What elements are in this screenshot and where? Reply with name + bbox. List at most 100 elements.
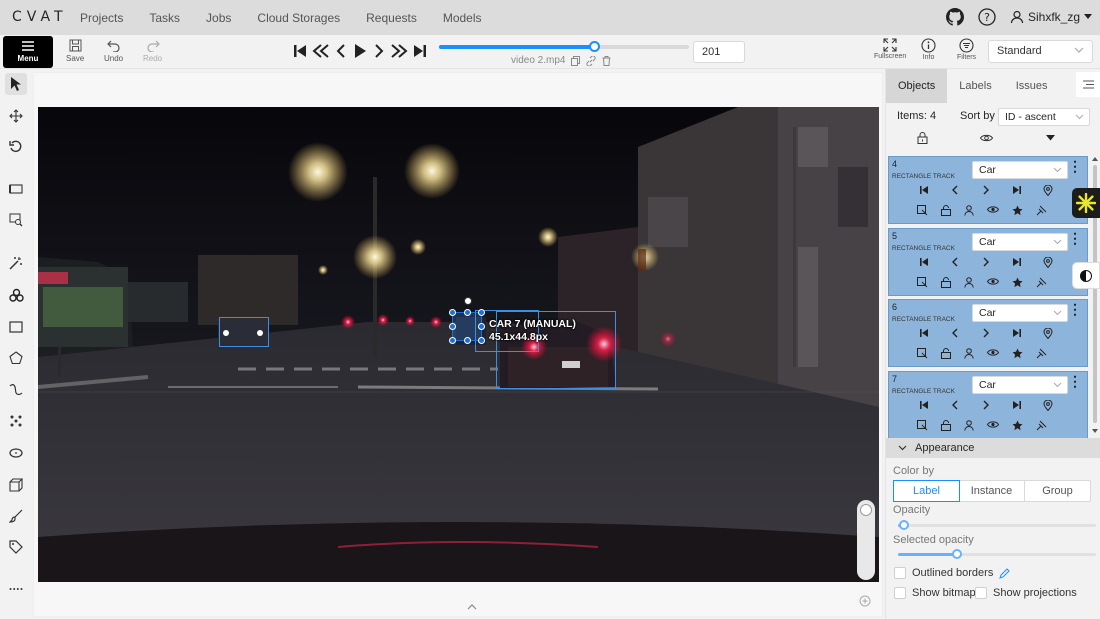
ellipse-icon[interactable] [5, 442, 27, 464]
first-keyframe-icon[interactable] [919, 400, 929, 411]
select-icon[interactable] [917, 205, 928, 216]
nav-requests[interactable]: Requests [366, 11, 417, 25]
bbox-car-4[interactable] [219, 317, 269, 347]
location-pin-icon[interactable] [1043, 328, 1053, 339]
more-tools-icon[interactable] [5, 578, 27, 600]
tab-objects[interactable]: Objects [886, 69, 948, 103]
first-frame-icon[interactable] [292, 43, 308, 59]
last-keyframe-icon[interactable] [1012, 257, 1022, 268]
resize-handle[interactable] [464, 309, 471, 316]
polyline-icon[interactable] [5, 379, 27, 401]
nav-cloud-storages[interactable]: Cloud Storages [257, 11, 340, 25]
sort-select[interactable]: ID - ascent [998, 108, 1090, 126]
github-icon[interactable] [945, 8, 964, 26]
object-card[interactable]: 6 RECTANGLE TRACK Car ⋮ [888, 299, 1088, 367]
object-label-select[interactable]: Car [972, 161, 1068, 179]
fast-backward-icon[interactable] [312, 43, 330, 59]
ai-tools-icon[interactable] [5, 284, 27, 306]
appearance-header[interactable]: Appearance [886, 438, 1100, 458]
resize-handle[interactable] [449, 309, 456, 316]
last-keyframe-icon[interactable] [1012, 185, 1022, 196]
fullscreen-button[interactable]: Fullscreen [874, 38, 906, 60]
eye-icon[interactable] [987, 348, 999, 359]
object-card[interactable]: 7 RECTANGLE TRACK Car ⋮ [888, 370, 1088, 439]
location-pin-icon[interactable] [1043, 399, 1053, 411]
previous-keyframe-icon[interactable] [950, 257, 960, 268]
object-card[interactable]: 4 RECTANGLE TRACK Car ⋮ [888, 156, 1088, 224]
link-icon[interactable] [586, 55, 597, 66]
resize-handle[interactable] [449, 337, 456, 344]
star-icon[interactable] [1012, 205, 1023, 216]
object-card[interactable]: 5 RECTANGLE TRACK Car ⋮ [888, 227, 1088, 296]
object-label-select[interactable]: Car [972, 375, 1068, 394]
lock-icon[interactable] [941, 205, 951, 216]
help-icon[interactable]: ? [978, 8, 996, 26]
zoom-knob[interactable] [860, 504, 872, 516]
selected-opacity-slider[interactable] [898, 549, 1096, 559]
eye-icon[interactable] [987, 420, 999, 431]
workspace-select[interactable]: Standard [988, 40, 1093, 63]
select-icon[interactable] [917, 348, 928, 359]
menu-button[interactable]: Menu [3, 36, 53, 68]
show-bitmap-checkbox[interactable]: Show bitmap [894, 587, 976, 599]
previous-keyframe-icon[interactable] [950, 328, 960, 339]
lock-icon[interactable] [941, 348, 951, 359]
last-frame-icon[interactable] [412, 43, 428, 59]
user-icon[interactable] [964, 205, 974, 216]
select-icon[interactable] [917, 419, 928, 431]
select-icon[interactable] [917, 276, 928, 288]
points-icon[interactable] [5, 410, 27, 432]
location-pin-icon[interactable] [1043, 185, 1053, 196]
pen-icon[interactable] [999, 567, 1011, 579]
frame-slider[interactable] [439, 41, 689, 52]
user-icon[interactable] [964, 276, 974, 288]
object-label-select[interactable]: Car [972, 232, 1068, 251]
resize-handle[interactable] [478, 323, 485, 330]
object-label-select[interactable]: Car [972, 304, 1068, 322]
last-keyframe-icon[interactable] [1012, 400, 1022, 411]
more-options-icon[interactable]: ⋮ [1068, 302, 1082, 316]
first-keyframe-icon[interactable] [919, 185, 929, 196]
next-keyframe-icon[interactable] [981, 328, 991, 339]
first-keyframe-icon[interactable] [919, 257, 929, 268]
previous-keyframe-icon[interactable] [950, 185, 960, 196]
copy-icon[interactable] [571, 55, 581, 66]
star-icon[interactable] [1012, 277, 1023, 288]
plugin-button[interactable] [1072, 188, 1100, 218]
eye-icon[interactable] [987, 277, 999, 288]
video-frame[interactable]: CAR 7 (MANUAL) 45.1x44.8px [38, 107, 879, 582]
magic-wand-icon[interactable] [5, 252, 27, 274]
first-keyframe-icon[interactable] [919, 328, 929, 339]
caret-down-icon[interactable] [1046, 135, 1055, 141]
frame-number-input[interactable]: 201 [693, 41, 745, 63]
user-icon[interactable] [964, 348, 974, 359]
zoom-control[interactable] [857, 500, 875, 580]
previous-keyframe-icon[interactable] [950, 400, 960, 411]
zoom-in-icon[interactable] [859, 595, 871, 607]
tag-icon[interactable] [5, 536, 27, 558]
next-keyframe-icon[interactable] [981, 185, 991, 196]
nav-models[interactable]: Models [443, 11, 482, 25]
redo-button[interactable]: Redo [143, 39, 162, 63]
rectangle-icon[interactable] [5, 316, 27, 338]
user-menu[interactable]: Sihxfk_zg [1010, 10, 1092, 24]
slider-handle[interactable] [589, 41, 600, 52]
selected-opacity-handle[interactable] [952, 549, 963, 559]
eye-icon[interactable] [987, 205, 999, 216]
rotate-icon[interactable] [5, 136, 27, 158]
delete-frame-icon[interactable] [602, 55, 611, 66]
color-by-group-option[interactable]: Group [1025, 481, 1090, 501]
tab-issues[interactable]: Issues [1004, 69, 1060, 103]
nav-jobs[interactable]: Jobs [206, 11, 231, 25]
next-keyframe-icon[interactable] [981, 400, 991, 411]
filters-button[interactable]: Filters [957, 38, 976, 61]
polygon-icon[interactable] [5, 347, 27, 369]
bbox-car-7-active[interactable] [449, 297, 485, 344]
next-keyframe-icon[interactable] [981, 257, 991, 268]
cursor-icon[interactable] [5, 73, 27, 95]
eye-all-icon[interactable] [980, 133, 993, 143]
last-keyframe-icon[interactable] [1012, 328, 1022, 339]
fit-image-icon[interactable] [5, 178, 27, 200]
color-by-instance-option[interactable]: Instance [959, 481, 1025, 501]
star-icon[interactable] [1012, 420, 1023, 431]
